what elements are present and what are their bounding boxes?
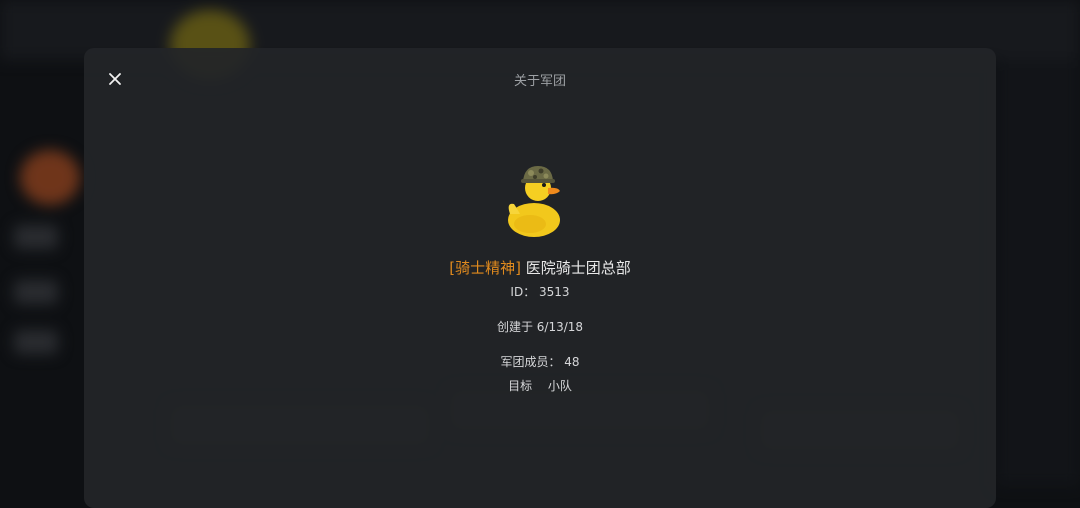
background-sidebar-item bbox=[14, 280, 58, 304]
legion-tag: [骑士精神] bbox=[449, 259, 521, 277]
legion-id-label: ID： bbox=[510, 285, 536, 299]
legion-created-label: 创建于 bbox=[496, 320, 533, 334]
background-sidebar-item bbox=[14, 330, 58, 354]
legion-created-value: 6/13/18 bbox=[536, 320, 584, 334]
legion-created: 创建于 6/13/18 bbox=[84, 318, 996, 335]
background-blob bbox=[20, 150, 80, 205]
dialog-title: 关于军团 bbox=[513, 74, 566, 89]
legion-members: 军团成员： 48 bbox=[84, 353, 996, 370]
legion-id: ID： 3513 bbox=[84, 283, 996, 300]
legion-goal-value: 小队 bbox=[547, 379, 572, 393]
legion-members-label: 军团成员： bbox=[500, 355, 561, 369]
legion-goal: 目标 小队 bbox=[84, 377, 996, 394]
about-legion-dialog: 关于军团 [骑士精神] 医院骑士团总部 ID： 3513 创建于 6/13/18… bbox=[84, 48, 996, 508]
background-right-panel bbox=[996, 60, 1080, 486]
legion-members-value: 48 bbox=[564, 355, 580, 369]
legion-name-line: [骑士精神] 医院骑士团总部 bbox=[84, 257, 996, 278]
rubber-duck-soldier-icon bbox=[508, 166, 560, 237]
legion-id-value: 3513 bbox=[539, 285, 570, 299]
background-sidebar-item bbox=[14, 225, 58, 249]
legion-name: 医院骑士团总部 bbox=[525, 259, 631, 277]
legion-goal-label: 目标 bbox=[508, 379, 533, 393]
